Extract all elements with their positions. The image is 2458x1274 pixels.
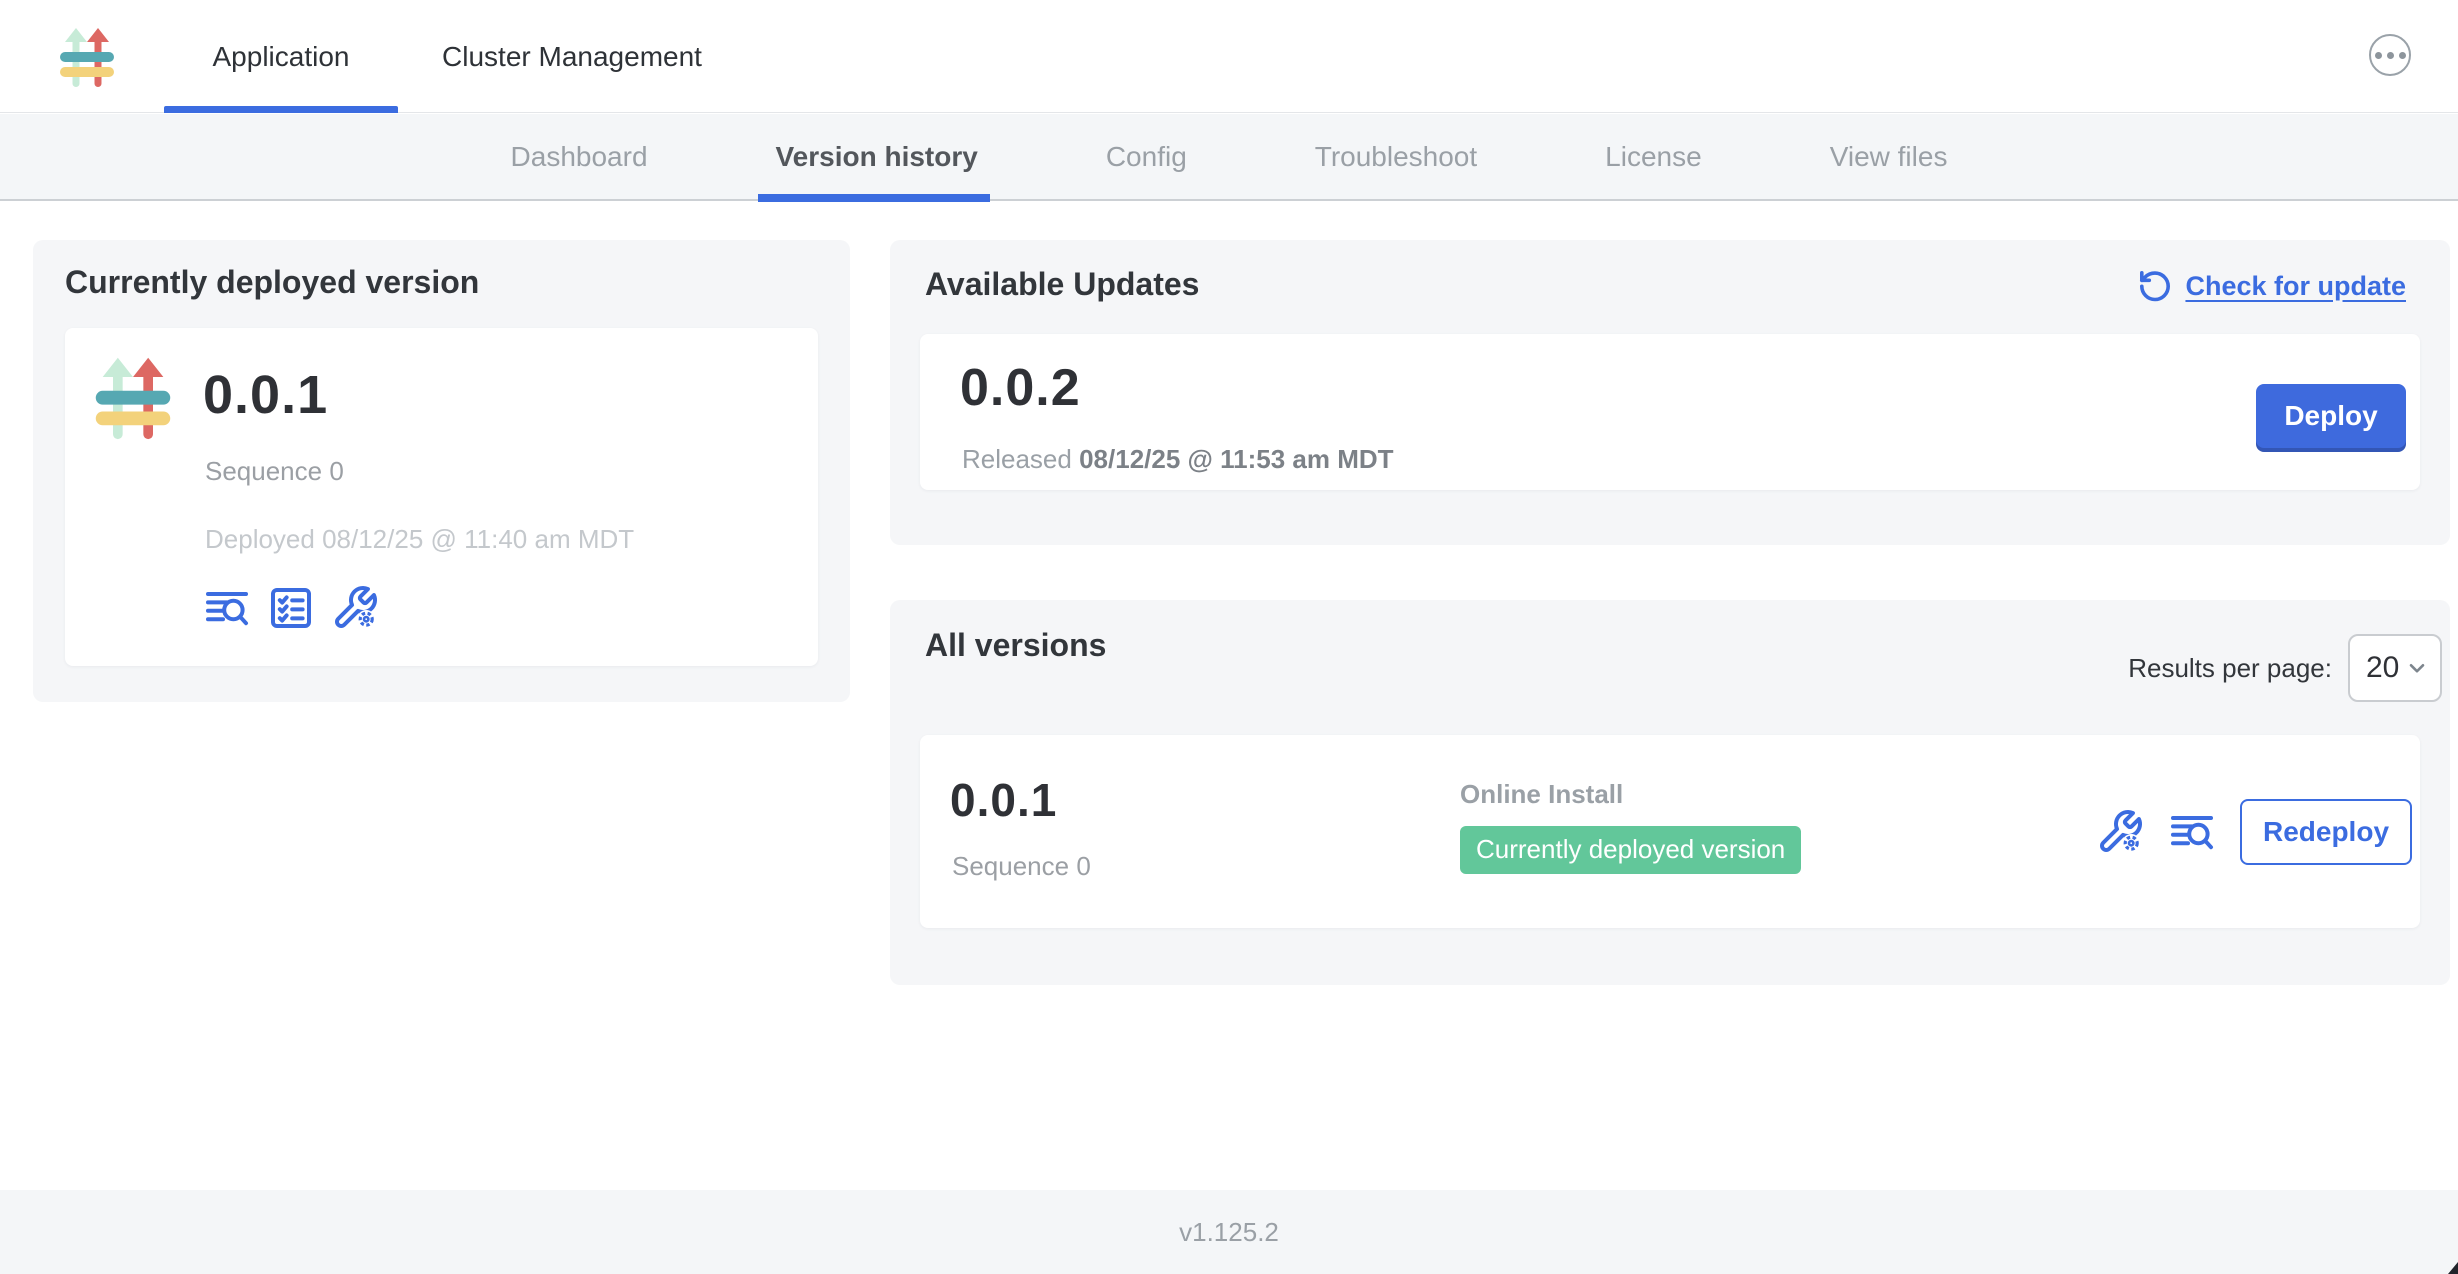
footer: v1.125.2 bbox=[0, 1190, 2458, 1274]
chevron-down-icon bbox=[2404, 655, 2430, 681]
overflow-menu-button[interactable] bbox=[2369, 34, 2411, 76]
app-subnav: Dashboard Version history Config Trouble… bbox=[0, 114, 2458, 201]
active-subnav-indicator bbox=[758, 194, 990, 202]
row-version-number: 0.0.1 bbox=[950, 773, 1057, 827]
deployed-timestamp: Deployed 08/12/25 @ 11:40 am MDT bbox=[205, 524, 634, 555]
console-version: v1.125.2 bbox=[1179, 1217, 1279, 1248]
available-updates-card: Available Updates Check for update 0.0.2… bbox=[890, 240, 2450, 545]
subnav-version-history[interactable]: Version history bbox=[776, 113, 978, 200]
currently-deployed-badge: Currently deployed version bbox=[1460, 826, 1801, 874]
deployed-version-number: 0.0.1 bbox=[203, 364, 328, 426]
config-wrench-icon[interactable] bbox=[2096, 808, 2144, 856]
deployed-sequence: Sequence 0 bbox=[205, 456, 344, 487]
tab-cluster-management[interactable]: Cluster Management bbox=[423, 0, 721, 113]
preflight-checks-icon[interactable] bbox=[267, 584, 315, 632]
admin-console: Application Cluster Management Dashboard… bbox=[0, 0, 2458, 1274]
results-per-page-select[interactable]: 20 bbox=[2348, 634, 2442, 702]
app-logo-icon bbox=[93, 350, 173, 444]
deployed-version-panel: 0.0.1 Sequence 0 Deployed 08/12/25 @ 11:… bbox=[65, 328, 818, 666]
deployed-version-actions bbox=[203, 584, 379, 632]
all-versions-card: All versions Results per page: 20 0.0.1 … bbox=[890, 600, 2450, 985]
subnav-config[interactable]: Config bbox=[1106, 113, 1187, 200]
update-panel: 0.0.2 Released 08/12/25 @ 11:53 am MDT D… bbox=[920, 334, 2420, 490]
results-per-page: Results per page: 20 bbox=[2128, 634, 2442, 702]
top-bar: Application Cluster Management bbox=[0, 0, 2458, 113]
tab-cluster-management-label: Cluster Management bbox=[442, 41, 702, 73]
results-per-page-value: 20 bbox=[2366, 651, 2399, 685]
currently-deployed-card: Currently deployed version 0.0.1 Sequenc… bbox=[33, 240, 850, 702]
tab-application-label: Application bbox=[213, 41, 350, 73]
cursor-artifact bbox=[2448, 1262, 2458, 1274]
subnav-view-files[interactable]: View files bbox=[1830, 113, 1948, 200]
results-per-page-label: Results per page: bbox=[2128, 653, 2332, 684]
redeploy-button[interactable]: Redeploy bbox=[2240, 799, 2412, 865]
release-notes-icon[interactable] bbox=[2168, 808, 2216, 856]
row-install-info: Online Install Currently deployed versio… bbox=[1460, 779, 1801, 874]
config-wrench-icon[interactable] bbox=[331, 584, 379, 632]
available-updates-title: Available Updates bbox=[925, 266, 1199, 303]
check-for-update-link[interactable]: Check for update bbox=[2137, 268, 2406, 304]
refresh-icon bbox=[2137, 268, 2173, 304]
row-sequence: Sequence 0 bbox=[952, 851, 1091, 882]
update-version-number: 0.0.2 bbox=[960, 358, 1081, 418]
update-released-timestamp: Released 08/12/25 @ 11:53 am MDT bbox=[962, 444, 1394, 475]
release-notes-icon[interactable] bbox=[203, 584, 251, 632]
all-versions-title: All versions bbox=[925, 627, 1106, 664]
active-tab-indicator bbox=[164, 106, 398, 113]
released-date: 08/12/25 @ 11:53 am MDT bbox=[1079, 444, 1393, 474]
app-logo-icon bbox=[58, 23, 116, 90]
check-for-update-label: Check for update bbox=[2185, 271, 2406, 302]
deploy-button[interactable]: Deploy bbox=[2256, 384, 2406, 448]
subnav-troubleshoot[interactable]: Troubleshoot bbox=[1315, 113, 1477, 200]
row-actions: Redeploy bbox=[2096, 735, 2412, 928]
currently-deployed-title: Currently deployed version bbox=[65, 264, 479, 301]
install-type-label: Online Install bbox=[1460, 779, 1801, 810]
subnav-dashboard[interactable]: Dashboard bbox=[511, 113, 648, 200]
tab-application[interactable]: Application bbox=[164, 0, 398, 113]
ellipsis-icon bbox=[2375, 52, 2382, 59]
subnav-license[interactable]: License bbox=[1605, 113, 1702, 200]
version-row: 0.0.1 Sequence 0 Online Install Currentl… bbox=[920, 735, 2420, 928]
